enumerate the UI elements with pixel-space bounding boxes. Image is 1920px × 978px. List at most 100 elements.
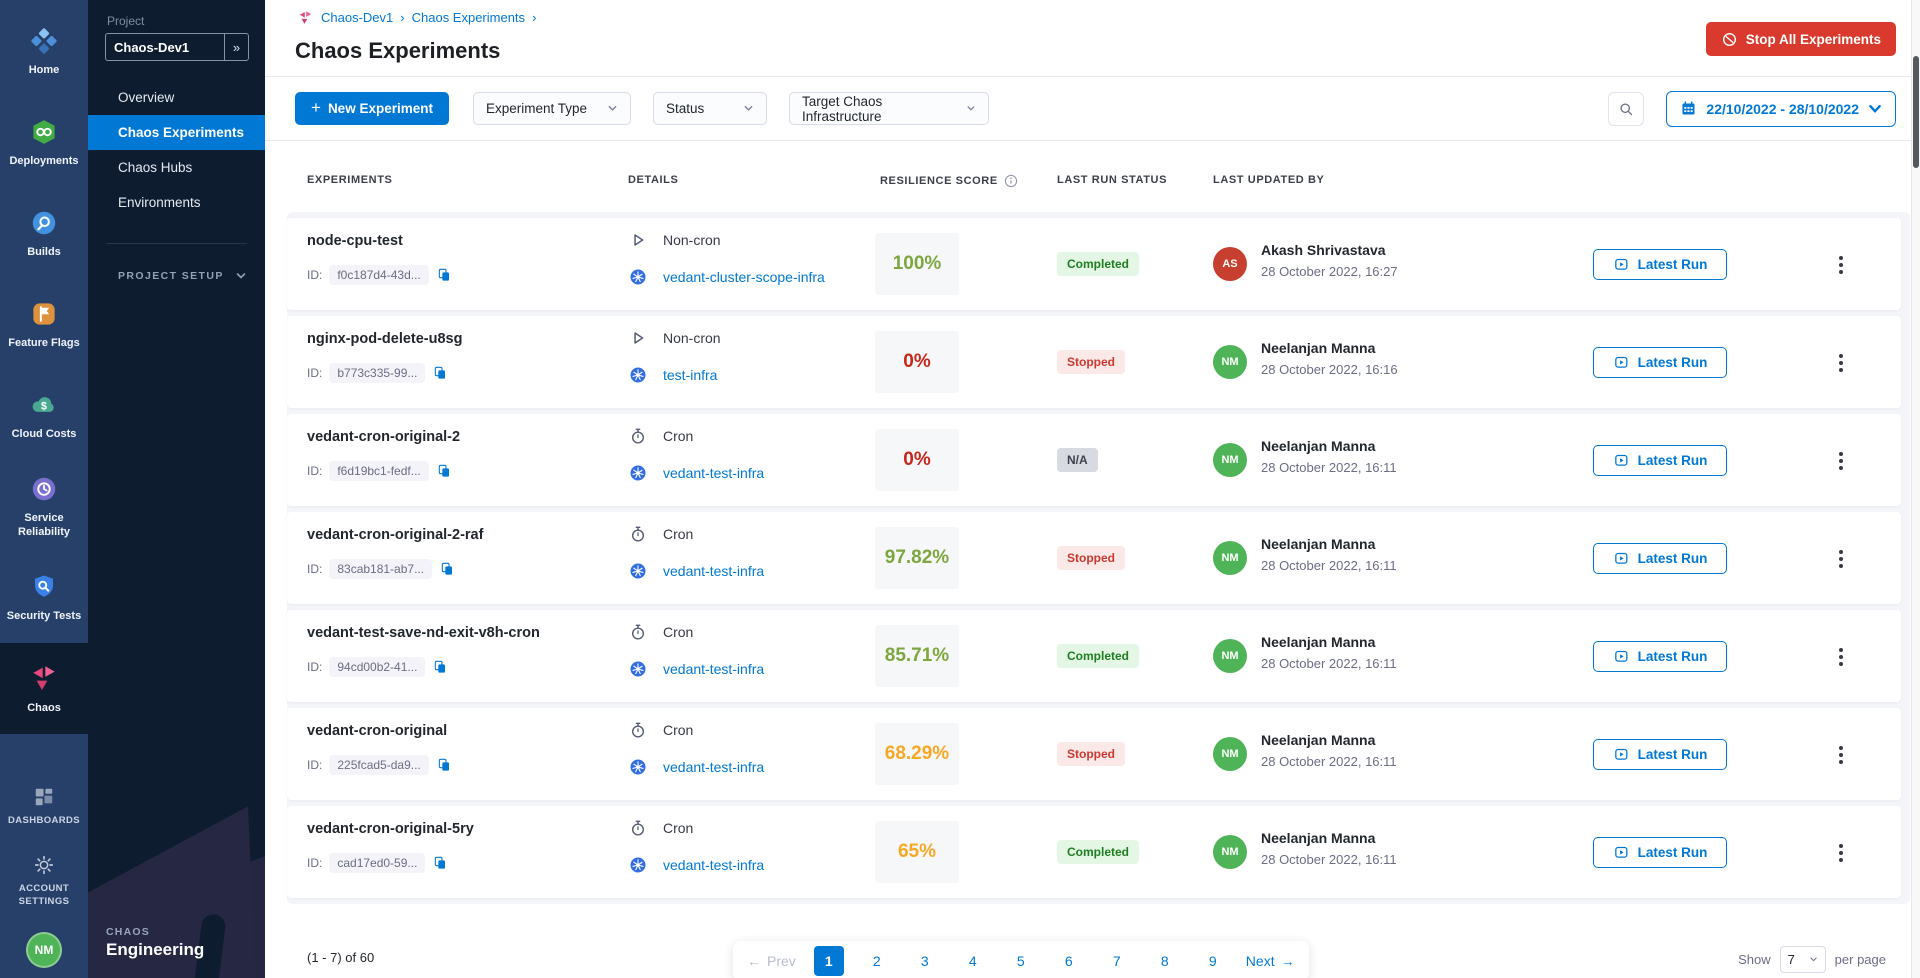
status-filter[interactable]: Status [653,92,767,125]
resilience-score: 100% [893,253,942,275]
row-menu-kebab-icon[interactable] [1839,263,1843,267]
resilience-score-box: 68.29% [875,723,959,785]
copy-icon[interactable] [439,561,455,577]
prev-arrow-icon: ← [747,953,761,969]
experiment-name[interactable]: vedant-cron-original [307,723,447,739]
next-arrow-icon: → [1281,953,1295,969]
rail-item-account-settings[interactable]: ACCOUNT SETTINGS [0,844,88,918]
experiment-name[interactable]: vedant-test-save-nd-exit-v8h-cron [307,625,540,641]
infra-link[interactable]: vedant-test-infra [663,465,764,481]
infra-link[interactable]: test-infra [663,367,717,383]
experiment-name[interactable]: vedant-cron-original-2-raf [307,527,483,543]
page-header: Chaos-Dev1 › Chaos Experiments › Chaos E… [265,0,1920,77]
infra-link[interactable]: vedant-cluster-scope-infra [663,269,825,285]
cloud-costs-icon: $ [29,390,59,420]
experiment-name[interactable]: vedant-cron-original-2 [307,429,460,445]
latest-run-button[interactable]: Latest Run [1593,445,1727,476]
rail-item-home[interactable]: Home [0,6,88,97]
sidebar-item-chaos-hubs[interactable]: Chaos Hubs [88,150,265,185]
page-button-7[interactable]: 7 [1102,946,1132,976]
next-page-button[interactable]: Next→ [1246,946,1295,976]
page-button-2[interactable]: 2 [862,946,892,976]
latest-run-button[interactable]: Latest Run [1593,249,1727,280]
rail-item-deployments[interactable]: Deployments [0,97,88,188]
resilience-score: 85.71% [885,645,949,667]
copy-icon[interactable] [432,659,448,675]
updated-by-name: Neelanjan Manna [1261,634,1375,650]
page-button-4[interactable]: 4 [958,946,988,976]
page-size-select[interactable]: 7 [1780,946,1826,973]
rail-item-dashboards[interactable]: DASHBOARDS [4,770,84,844]
experiment-name[interactable]: vedant-cron-original-5ry [307,821,474,837]
experiment-name[interactable]: nginx-pod-delete-u8sg [307,331,462,347]
latest-run-button[interactable]: Latest Run [1593,739,1727,770]
scrollbar-thumb[interactable] [1913,56,1919,168]
kubernetes-icon [628,757,648,777]
rail-item-security-tests[interactable]: Security Tests [0,552,88,643]
project-selector[interactable]: Chaos-Dev1 » [105,33,249,61]
row-menu-kebab-icon[interactable] [1839,361,1843,365]
latest-run-button[interactable]: Latest Run [1593,543,1727,574]
experiment-id-label: ID: [307,562,322,576]
stop-all-experiments-button[interactable]: Stop All Experiments [1706,22,1896,56]
prev-page-button[interactable]: ←Prev [747,946,796,976]
sidebar-item-overview[interactable]: Overview [88,80,265,115]
run-view-icon [1613,844,1630,861]
page-button-6[interactable]: 6 [1054,946,1084,976]
row-menu-kebab-icon[interactable] [1839,459,1843,463]
copy-icon[interactable] [436,463,452,479]
page-button-8[interactable]: 8 [1150,946,1180,976]
rail-item-service-reliability[interactable]: Service Reliability [0,461,88,552]
rail-item-builds[interactable]: Builds [0,188,88,279]
info-icon[interactable] [1004,174,1018,188]
sidebar-item-chaos-experiments[interactable]: Chaos Experiments [88,115,265,150]
row-menu-kebab-icon[interactable] [1839,851,1843,855]
rail-item-cloud-costs[interactable]: $ Cloud Costs [0,370,88,461]
copy-icon[interactable] [432,855,448,871]
breadcrumb-link-experiments[interactable]: Chaos Experiments [412,10,525,25]
infra-link[interactable]: vedant-test-infra [663,563,764,579]
no-entry-icon [1721,31,1738,48]
updated-by-name: Akash Shrivastava [1261,242,1386,258]
project-setup-toggle[interactable]: PROJECT SETUP [118,270,247,282]
page-button-5[interactable]: 5 [1006,946,1036,976]
experiment-id-row: ID: f0c187d4-43d... [307,265,452,285]
experiment-name[interactable]: node-cpu-test [307,233,403,249]
latest-run-label: Latest Run [1638,355,1708,370]
experiment-id-value: 94cd00b2-41... [329,657,425,677]
expand-projects-icon[interactable]: » [224,34,248,60]
chevron-down-icon [966,103,976,114]
target-infrastructure-filter[interactable]: Target Chaos Infrastructure [789,92,989,125]
latest-run-button[interactable]: Latest Run [1593,837,1727,868]
rail-item-label: ACCOUNT SETTINGS [0,883,88,908]
breadcrumb-link-project[interactable]: Chaos-Dev1 [321,10,393,25]
row-menu-kebab-icon[interactable] [1839,753,1843,757]
experiment-type-row: Non-cron [628,328,721,348]
sidebar-item-environments[interactable]: Environments [88,185,265,220]
cron-icon [628,622,648,642]
page-button-1[interactable]: 1 [814,946,844,976]
date-range-picker[interactable]: 22/10/2022 - 28/10/2022 [1666,91,1896,127]
latest-run-button[interactable]: Latest Run [1593,347,1727,378]
rail-item-chaos[interactable]: Chaos [0,643,88,734]
copy-icon[interactable] [436,757,452,773]
new-experiment-button[interactable]: + New Experiment [295,92,449,125]
user-avatar[interactable]: NM [26,932,62,968]
project-setup-label: PROJECT SETUP [118,270,224,282]
vertical-scrollbar[interactable] [1911,0,1920,978]
row-menu-kebab-icon[interactable] [1839,655,1843,659]
page-button-9[interactable]: 9 [1198,946,1228,976]
experiment-type-filter[interactable]: Experiment Type [473,92,631,125]
play-outline-icon [628,230,648,250]
row-menu-kebab-icon[interactable] [1839,557,1843,561]
latest-run-button[interactable]: Latest Run [1593,641,1727,672]
experiment-id-row: ID: b773c335-99... [307,363,448,383]
copy-icon[interactable] [432,365,448,381]
page-button-3[interactable]: 3 [910,946,940,976]
infra-link[interactable]: vedant-test-infra [663,857,764,873]
copy-icon[interactable] [436,267,452,283]
infra-link[interactable]: vedant-test-infra [663,661,764,677]
infra-link[interactable]: vedant-test-infra [663,759,764,775]
search-button[interactable] [1608,92,1644,126]
rail-item-feature-flags[interactable]: Feature Flags [0,279,88,370]
